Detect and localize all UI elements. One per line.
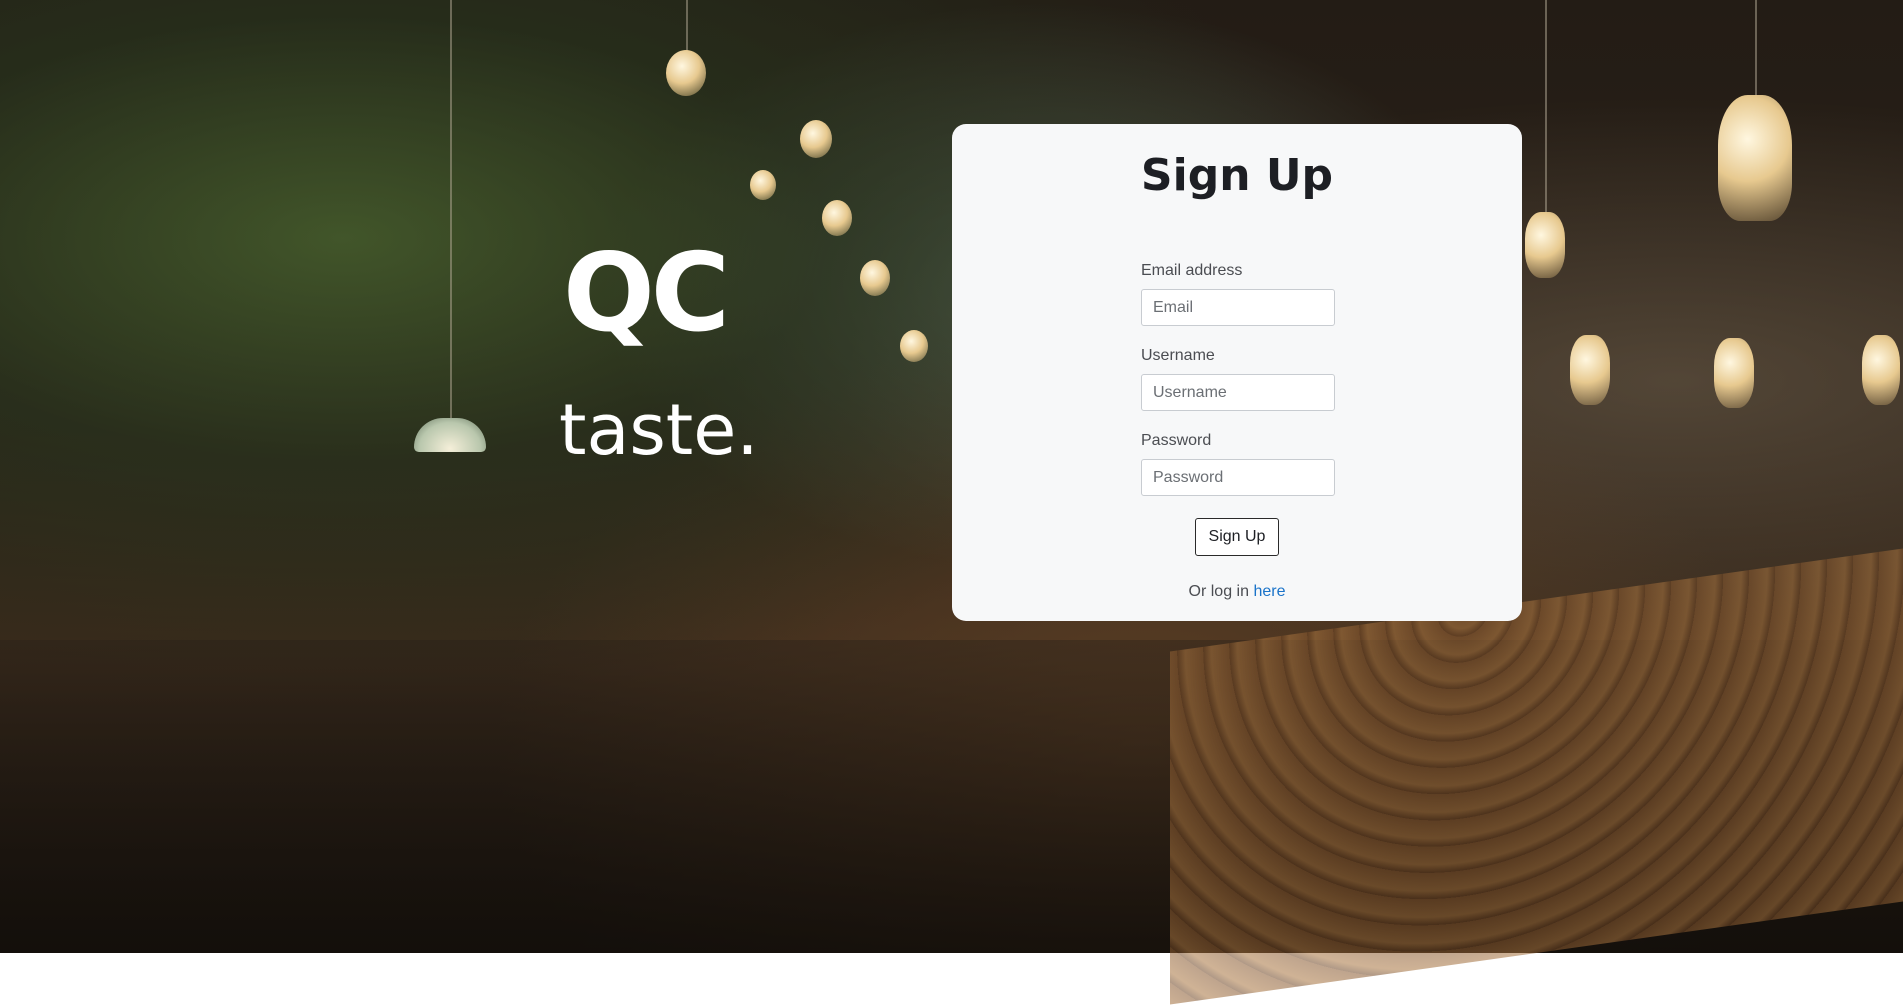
background-bulb bbox=[1718, 95, 1792, 221]
logo-mark: QC bbox=[563, 231, 730, 356]
background-lamp-cord bbox=[450, 0, 452, 420]
background-bulb bbox=[1570, 335, 1610, 405]
username-field[interactable] bbox=[1141, 374, 1335, 411]
username-label: Username bbox=[1141, 347, 1215, 364]
background-bulb bbox=[1525, 212, 1565, 278]
background-bulb bbox=[800, 120, 832, 158]
background-bulb bbox=[1714, 338, 1754, 408]
background-bulb bbox=[750, 170, 776, 200]
brand-logo: QC taste. bbox=[555, 240, 795, 480]
signup-card: Sign Up Email address Username Password … bbox=[952, 124, 1522, 621]
signup-form: Email address Username Password bbox=[1141, 262, 1335, 517]
logo-wordmark: taste. bbox=[559, 389, 759, 471]
email-field[interactable] bbox=[1141, 289, 1335, 326]
password-field[interactable] bbox=[1141, 459, 1335, 496]
background-bulb bbox=[860, 260, 890, 296]
email-label: Email address bbox=[1141, 262, 1243, 279]
login-prompt: Or log in here bbox=[952, 583, 1522, 601]
page-title: Sign Up bbox=[1140, 150, 1334, 201]
background-lamp-cord bbox=[1545, 0, 1547, 215]
background-bulb bbox=[1862, 335, 1900, 405]
signup-button[interactable]: Sign Up bbox=[1195, 518, 1279, 556]
login-prompt-text: Or log in bbox=[1188, 583, 1254, 600]
background-lamp-cord bbox=[686, 0, 688, 55]
login-link[interactable]: here bbox=[1253, 583, 1285, 600]
background-lamp-cord bbox=[1755, 0, 1757, 100]
background-bulb bbox=[666, 50, 706, 96]
background-bulb bbox=[822, 200, 852, 236]
password-label: Password bbox=[1141, 432, 1212, 449]
background-bulb bbox=[900, 330, 928, 362]
